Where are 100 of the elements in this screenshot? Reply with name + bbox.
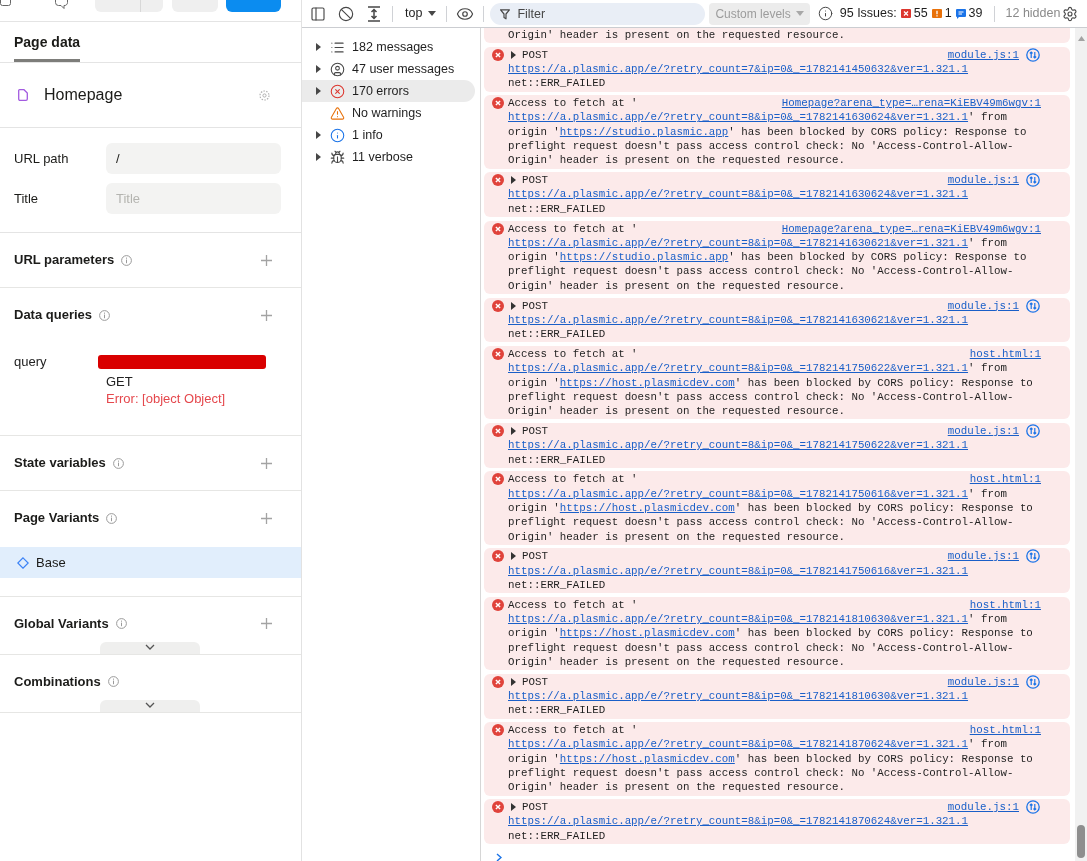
error-message: https://a.plasmic.app/e/?retry_count=8&ip=0&_=1782141870624&ver=1.321.1' from origin 'https://host.plasmicdev.com' has been blocked by CORS policy: Response to preflight request doesn't pass access control check: No 'Access-Control-Allow-Origin' header is present on the requested resource.	[508, 737, 1034, 795]
error-icon	[492, 174, 504, 187]
expand-triangle-icon[interactable]	[316, 131, 321, 139]
error-icon	[492, 801, 504, 814]
expand-triangle-icon[interactable]	[316, 43, 321, 51]
url-link[interactable]: https://a.plasmic.app/e/?retry_count=8&ip=0&_=1782141630624&ver=1.321.1	[508, 111, 969, 124]
plus-icon[interactable]	[261, 457, 272, 469]
tab[interactable]: Page data	[14, 22, 81, 62]
plus-icon[interactable]	[261, 618, 272, 629]
source-link[interactable]: module.js:1	[947, 674, 1019, 689]
issue-count[interactable]: 55	[913, 4, 928, 23]
arrows-circle-icon[interactable]	[1026, 549, 1040, 564]
plus-icon[interactable]	[261, 309, 272, 321]
arrows-circle-icon[interactable]	[1026, 47, 1040, 62]
url-link[interactable]: https://a.plasmic.app/e/?retry_count=8&ip=0&_=1782141810630&ver=1.321.1	[508, 613, 969, 625]
error-status: net::ERR_FAILED	[508, 828, 606, 843]
scrollbar[interactable]	[1075, 28, 1087, 861]
primary-button[interactable]	[226, 0, 281, 12]
origin-link[interactable]: https://host.plasmicdev.com	[559, 752, 735, 765]
url-link[interactable]: https://a.plasmic.app/e/?retry_count=8&ip=0&_=1782141870624&ver=1.321.1	[508, 814, 969, 829]
source-link[interactable]: Homepage?arena_type=…rena=KiEBV49m6wgv:1	[781, 221, 1041, 236]
source-link[interactable]: module.js:1	[947, 423, 1019, 439]
expand-triangle-icon[interactable]	[511, 803, 516, 812]
expand-handle[interactable]	[100, 642, 200, 654]
query-method: GET	[106, 373, 133, 390]
expand-triangle-icon[interactable]	[316, 153, 321, 161]
speech-bubble-icon[interactable]	[55, 0, 68, 9]
issue-count[interactable]: 1	[944, 4, 952, 23]
expand-triangle-icon[interactable]	[511, 301, 516, 310]
page-icon	[18, 89, 28, 101]
info-icon	[115, 618, 127, 629]
scrollbar-thumb[interactable]	[1077, 825, 1085, 858]
arrows-circle-icon[interactable]	[1026, 298, 1040, 313]
origin-link[interactable]: https://host.plasmicdev.com	[559, 501, 735, 514]
error-square-icon	[900, 8, 911, 19]
arrows-circle-icon[interactable]	[1026, 800, 1040, 815]
error-icon	[492, 598, 504, 611]
warning-triangle-icon	[330, 105, 345, 121]
arrows-circle-icon[interactable]	[1026, 173, 1040, 188]
square-outline-icon[interactable]	[0, 0, 11, 6]
expand-triangle-icon[interactable]	[511, 552, 516, 561]
panel-left-icon[interactable]	[310, 5, 326, 22]
clear-console-icon[interactable]	[338, 5, 354, 22]
dotted-circle-icon[interactable]	[259, 89, 270, 101]
text-field[interactable]: Title	[106, 183, 281, 214]
expand-triangle-icon[interactable]	[316, 65, 321, 73]
origin-link[interactable]: https://studio.plasmic.app	[559, 125, 729, 138]
expand-handle[interactable]	[100, 700, 200, 712]
source-link[interactable]: module.js:1	[947, 298, 1019, 313]
url-link[interactable]: https://a.plasmic.app/e/?retry_count=8&ip=0&_=1782141750616&ver=1.321.1	[508, 563, 969, 578]
url-link[interactable]: https://a.plasmic.app/e/?retry_count=8&ip=0&_=1782141630624&ver=1.321.1	[508, 187, 969, 202]
text-field[interactable]: /	[106, 143, 281, 174]
issue-count[interactable]: 39	[968, 4, 983, 23]
arrows-circle-icon[interactable]	[1026, 674, 1040, 689]
source-link[interactable]: host.html:1	[969, 346, 1041, 362]
error-message: https://a.plasmic.app/e/?retry_count=8&ip=0&_=1782141630621&ver=1.321.1' from origin 'https://studio.plasmic.app' has been blocked by CORS policy: Response to preflight request doesn't pass access control check: No 'Access-Control-Allow-Origin' header is present on the requested resource.	[508, 235, 1028, 294]
source-link[interactable]: module.js:1	[947, 47, 1019, 63]
section-title: Combinations	[14, 673, 101, 690]
url-link[interactable]: https://a.plasmic.app/e/?retry_count=8&ip=0&_=1782141810630&ver=1.321.1	[508, 688, 969, 704]
origin-link[interactable]: https://host.plasmicdev.com	[559, 376, 735, 389]
filter-field[interactable]: Filter	[490, 2, 706, 25]
url-link[interactable]: https://a.plasmic.app/e/?retry_count=8&ip=0&_=1782141870624&ver=1.321.1	[508, 738, 969, 751]
source-link[interactable]: host.html:1	[969, 472, 1041, 487]
section-title: Page Variants	[14, 510, 100, 526]
expand-vertical-icon[interactable]	[367, 5, 381, 22]
error-status: net::ERR_FAILED	[508, 703, 606, 718]
source-link[interactable]: host.html:1	[969, 597, 1041, 612]
issues-label[interactable]: 95 Issues:	[839, 4, 897, 23]
source-link[interactable]: module.js:1	[947, 800, 1019, 815]
prompt-chevron-icon[interactable]	[496, 852, 502, 861]
origin-link[interactable]: https://host.plasmicdev.com	[559, 627, 735, 640]
source-link[interactable]: module.js:1	[947, 549, 1019, 564]
expand-triangle-icon[interactable]	[511, 677, 516, 686]
expand-triangle-icon[interactable]	[511, 427, 516, 436]
expand-triangle-icon[interactable]	[316, 87, 321, 95]
arrows-circle-icon[interactable]	[1026, 424, 1040, 439]
url-link[interactable]: https://a.plasmic.app/e/?retry_count=8&ip=0&_=1782141750622&ver=1.321.1	[508, 362, 969, 375]
url-link[interactable]: https://a.plasmic.app/e/?retry_count=8&ip=0&_=1782141750622&ver=1.321.1	[508, 438, 969, 453]
settings-icon[interactable]	[1062, 5, 1078, 22]
expand-triangle-icon[interactable]	[511, 50, 516, 59]
expand-triangle-icon[interactable]	[511, 176, 516, 185]
info-circle-icon	[330, 127, 345, 143]
url-link[interactable]: https://a.plasmic.app/e/?retry_count=8&ip=0&_=1782141750616&ver=1.321.1	[508, 487, 969, 500]
context-dropdown[interactable]: top	[405, 4, 437, 23]
error-message: https://a.plasmic.app/e/?retry_count=8&ip=0&_=1782141750622&ver=1.321.1' from origin 'https://host.plasmicdev.com' has been blocked by CORS policy: Response to preflight request doesn't pass access control check: No 'Access-Control-Allow-Origin' header is present on the requested resource.	[508, 361, 1034, 419]
plus-icon[interactable]	[261, 254, 272, 266]
error-icon	[492, 550, 504, 563]
url-link[interactable]: https://a.plasmic.app/e/?retry_count=8&ip=0&_=1782141630621&ver=1.321.1	[508, 312, 969, 328]
source-link[interactable]: host.html:1	[969, 723, 1041, 738]
source-link[interactable]: Homepage?arena_type=…rena=KiEBV49m6wgv:1	[781, 96, 1041, 111]
source-link[interactable]: module.js:1	[947, 173, 1019, 188]
url-link[interactable]: https://a.plasmic.app/e/?retry_count=7&ip=0&_=1782141450632&ver=1.321.1	[508, 62, 969, 77]
warning-square-icon	[931, 8, 942, 19]
url-link[interactable]: https://a.plasmic.app/e/?retry_count=8&ip=0&_=1782141630621&ver=1.321.1	[508, 236, 969, 249]
plus-icon[interactable]	[261, 512, 272, 524]
user-circle-icon	[330, 61, 345, 77]
origin-link[interactable]: https://studio.plasmic.app	[559, 251, 729, 264]
sidebar-item[interactable]: 170 errors	[302, 80, 475, 102]
info-icon[interactable]	[817, 6, 833, 21]
variant-item[interactable]: Base	[0, 547, 301, 578]
